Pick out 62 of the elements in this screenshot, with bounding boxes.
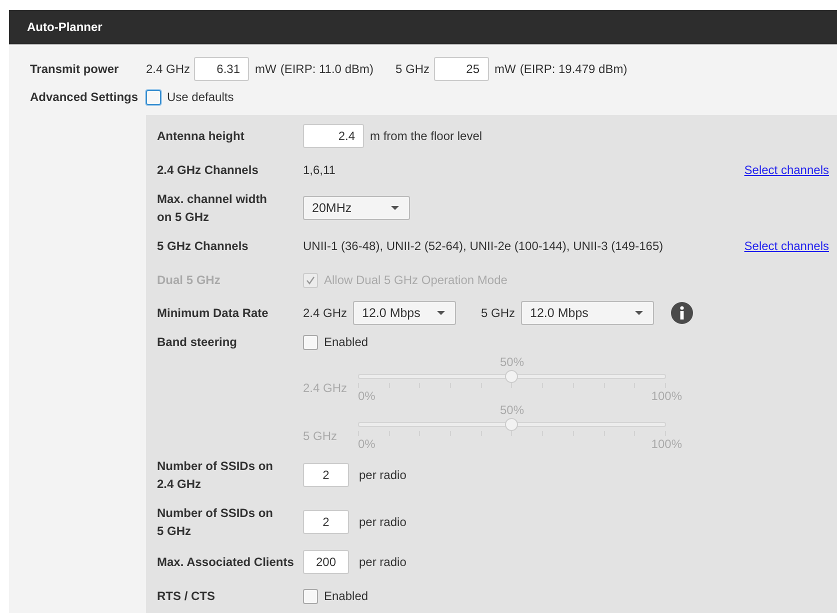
eirp-text: (EIRP: 19.479 dBm) [520, 62, 628, 76]
slider-value: 50% [500, 403, 524, 417]
slider-handle[interactable] [505, 418, 518, 431]
text-field[interactable]: 2 [303, 510, 349, 534]
band-label: 2.4 GHz [146, 62, 190, 76]
band-label: 5 GHz [395, 62, 430, 76]
dropdown[interactable]: 12.0 Mbps [353, 301, 456, 325]
info-icon [671, 302, 694, 324]
checkbox-label: Enabled [324, 589, 368, 603]
min-label: 0% [358, 437, 376, 451]
value-text: 1,6,11 [303, 163, 336, 177]
select-channels-link[interactable]: Select channels [744, 163, 829, 177]
dropdown[interactable]: 20MHz [303, 196, 410, 220]
caret-icon [635, 311, 644, 315]
checkbox-label: Allow Dual 5 GHz Operation Mode [324, 273, 508, 287]
field-label: RTS / CTS [157, 588, 216, 605]
panel-title: Auto-Planner [27, 20, 102, 34]
unit-label: per radio [359, 514, 406, 528]
text-field[interactable]: 6.31 [194, 57, 250, 81]
field-label: 5 GHz Channels [157, 238, 250, 255]
unit-label: mW [255, 62, 276, 76]
band-label: 5 GHz [303, 428, 338, 442]
band-label: 2.4 GHz [303, 380, 348, 394]
text-field[interactable]: 200 [303, 550, 349, 574]
unit-label: m from the floor level [370, 129, 482, 143]
slider-track[interactable] [358, 418, 666, 431]
dropdown[interactable]: 12.0 Mbps [521, 301, 654, 325]
band-label: 2.4 GHz [303, 306, 348, 320]
value-text: UNII-1 (36-48), UNII-2 (52-64), UNII-2e (100-144), UNII-3 (149-165) [303, 239, 664, 253]
field-label: Number of SSIDs on 5 GHz [157, 504, 274, 540]
checkbox[interactable] [146, 90, 161, 104]
field-label: Antenna height [157, 128, 246, 145]
field-label: Max. Associated Clients [157, 554, 295, 571]
slider-track[interactable] [358, 370, 666, 383]
eirp-text: (EIRP: 11.0 dBm) [280, 62, 374, 76]
text-field[interactable]: 2.4 [303, 124, 364, 148]
checkbox-label: Use defaults [167, 90, 234, 104]
checkbox[interactable] [303, 588, 318, 604]
field-label: Transmit power [30, 62, 120, 76]
checkbox[interactable] [303, 334, 318, 350]
caret-icon [391, 206, 399, 210]
unit-label: mW [494, 62, 516, 76]
unit-label: per radio [359, 555, 406, 569]
caret-icon [437, 311, 446, 315]
field-label: Max. channel width on 5 GHz [157, 191, 268, 226]
slider-value: 50% [500, 355, 524, 369]
field-label: Dual 5 GHz [157, 272, 222, 289]
min-label: 0% [358, 389, 376, 403]
field-label: Advanced Settings [30, 90, 140, 104]
checkbox-label: Enabled [324, 335, 368, 349]
max-label: 100% [651, 437, 682, 451]
unit-label: per radio [359, 468, 406, 482]
field-label: Minimum Data Rate [157, 305, 270, 322]
band-label: 5 GHz [481, 306, 516, 320]
field-label: 2.4 GHz Channels [157, 162, 260, 179]
select-channels-link[interactable]: Select channels [744, 239, 829, 253]
field-label: Band steering [157, 334, 238, 351]
max-label: 100% [651, 389, 682, 403]
text-field[interactable]: 25 [434, 57, 488, 81]
field-label: Number of SSIDs on 2.4 GHz [157, 458, 274, 492]
text-field[interactable]: 2 [303, 462, 349, 486]
slider-handle[interactable] [505, 370, 518, 383]
